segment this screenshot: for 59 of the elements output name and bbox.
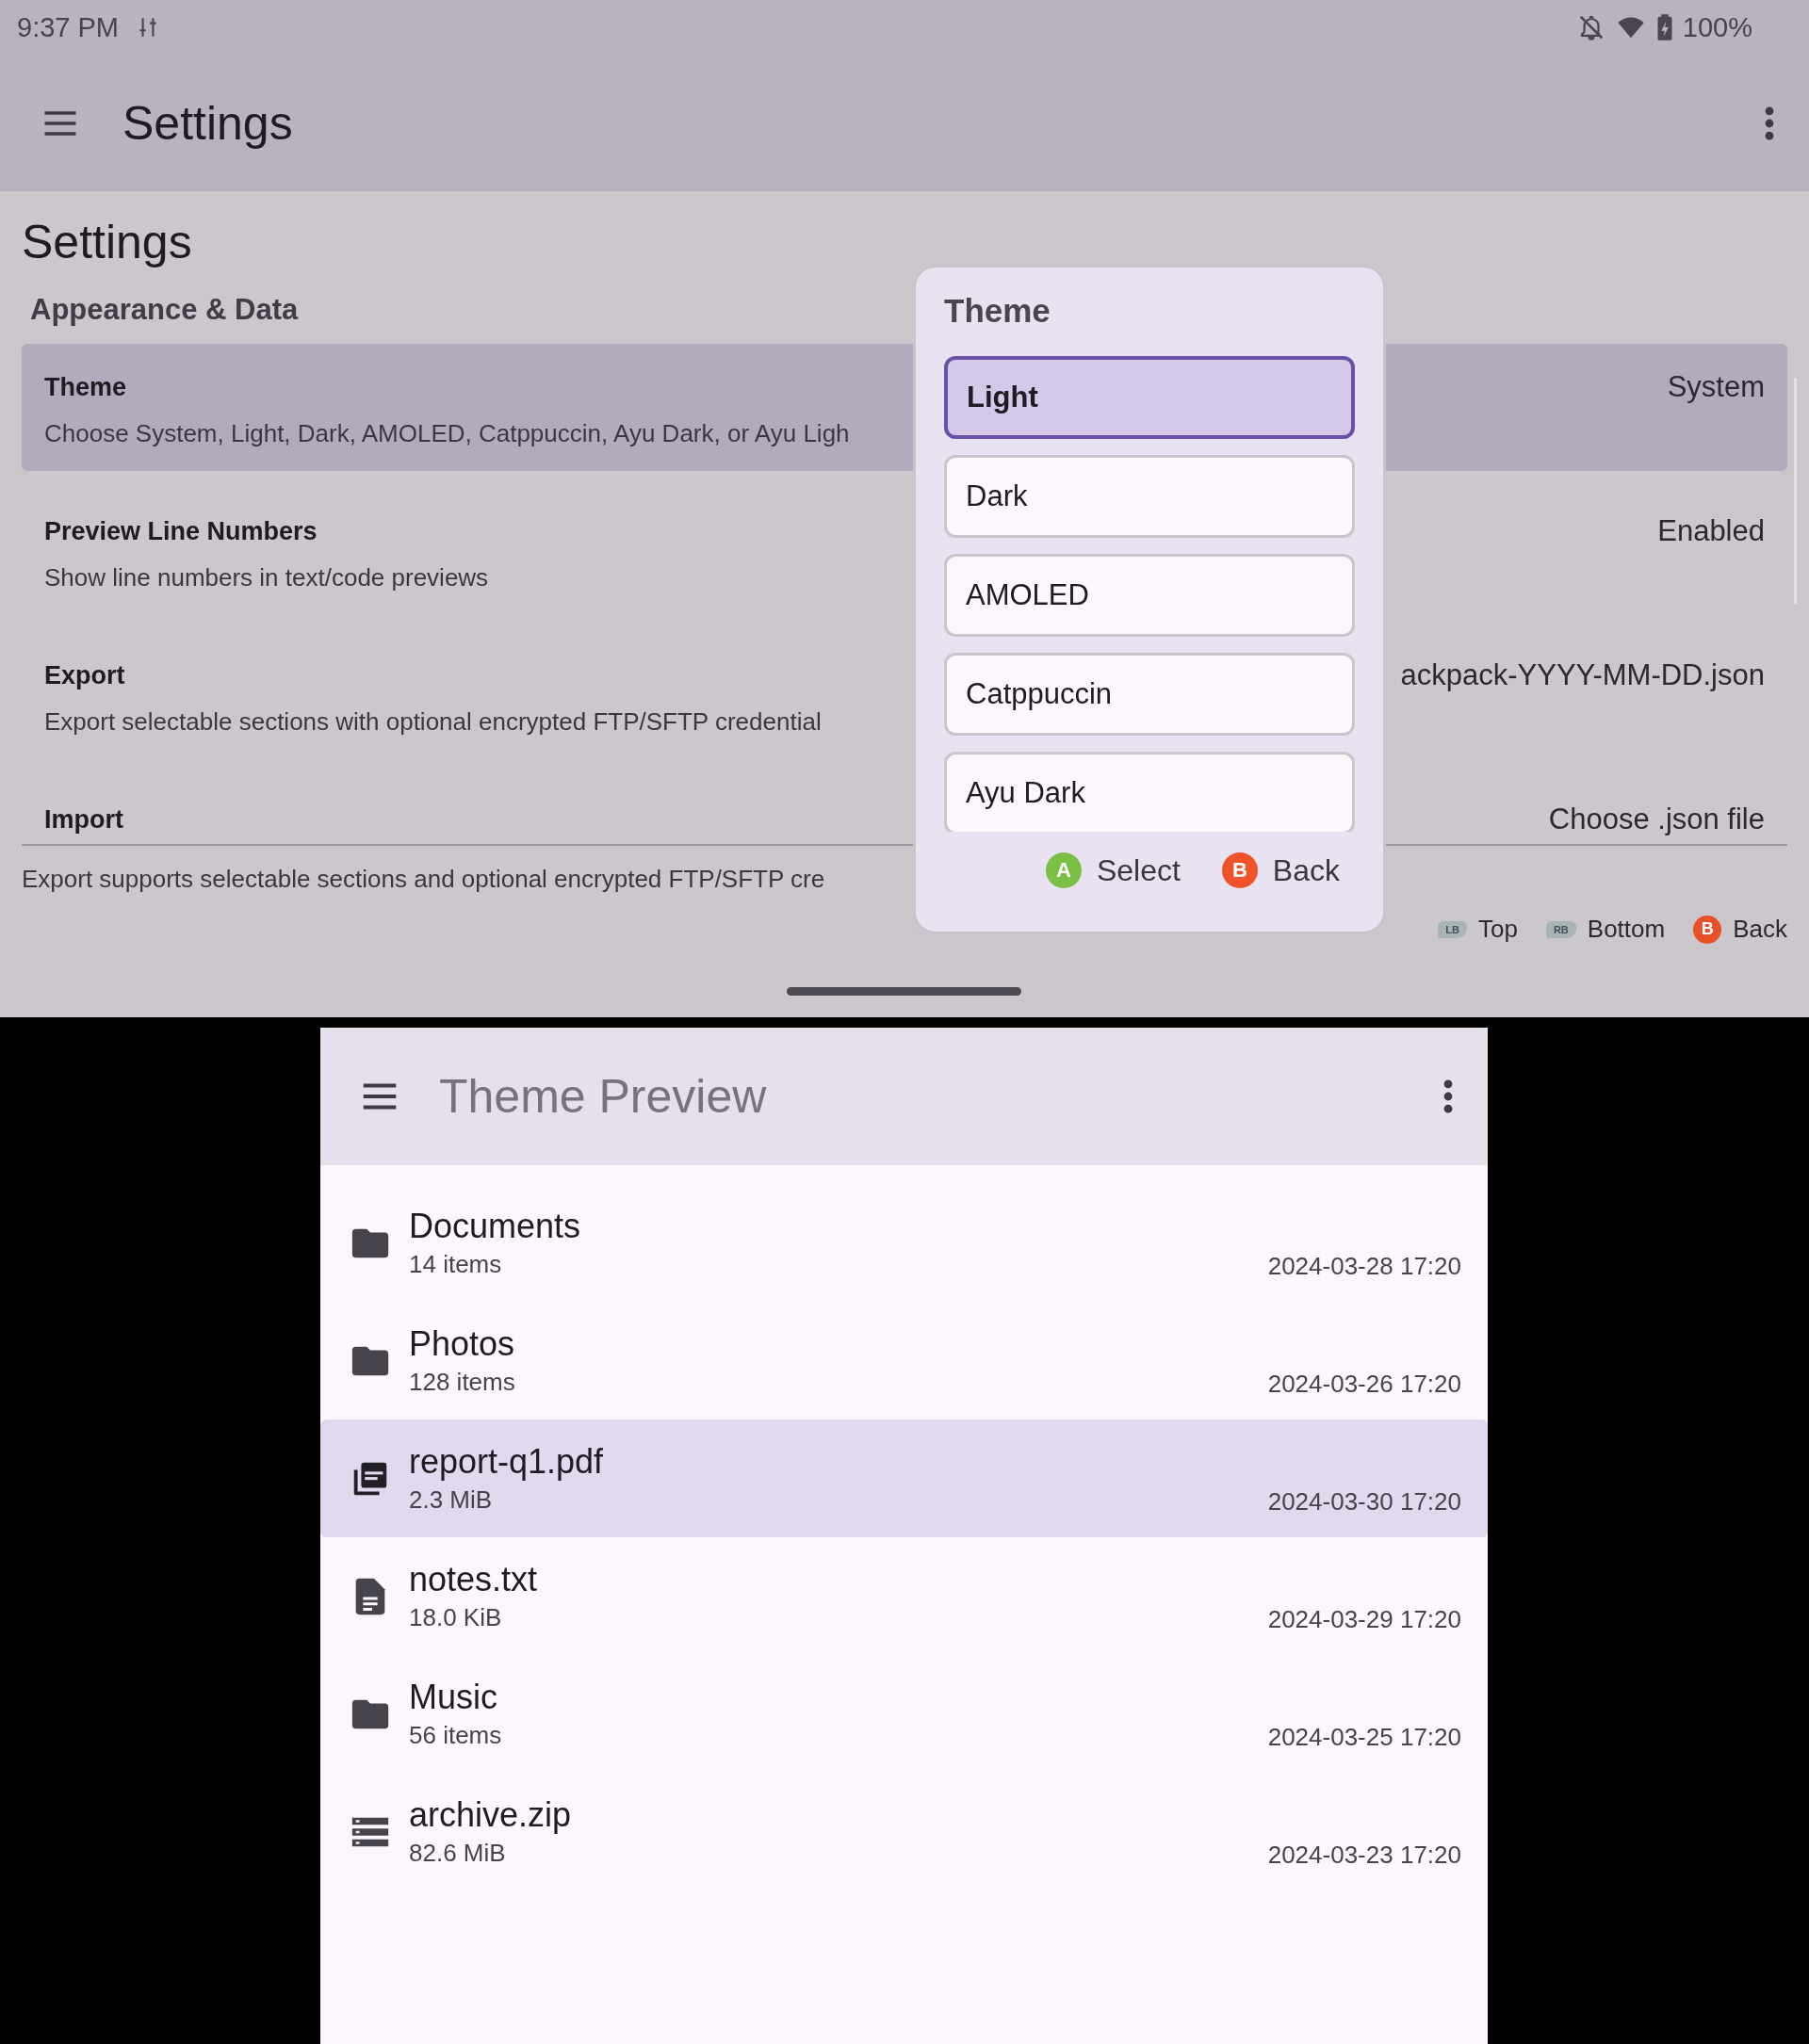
app-bar-title: Settings [122, 95, 293, 151]
theme-option[interactable]: Ayu Dark [944, 752, 1355, 832]
file-name: Documents [409, 1207, 582, 1246]
setting-value: Enabled [1657, 514, 1765, 548]
file-detail: 56 items [409, 1721, 503, 1750]
file-name: report-q1.pdf [409, 1442, 605, 1482]
file-row[interactable]: archive.zip 82.6 MiB 2024-03-23 17:20 [320, 1773, 1488, 1890]
theme-option[interactable]: Catppuccin [944, 653, 1355, 736]
hint-label: Bottom [1587, 915, 1666, 944]
file-name: Photos [409, 1324, 516, 1364]
file-name: archive.zip [409, 1795, 573, 1835]
file-detail: 18.0 KiB [409, 1603, 503, 1632]
preview-title: Theme Preview [439, 1069, 767, 1124]
file-date: 2024-03-23 17:20 [1267, 1841, 1461, 1870]
setting-description: Export selectable sections with optional encrypted FTP/SFTP credential [44, 707, 822, 737]
setting-title: Import [44, 804, 123, 835]
file-detail: 82.6 MiB [409, 1839, 507, 1868]
setting-value: Choose .json file [1548, 803, 1765, 836]
face-button-badge: B [1221, 852, 1258, 888]
setting-title: Preview Line Numbers [44, 516, 318, 546]
face-button-badge: A [1045, 852, 1082, 888]
section-header: Appearance & Data [30, 293, 299, 328]
file-date: 2024-03-30 17:20 [1267, 1487, 1461, 1517]
theme-option[interactable]: AMOLED [944, 554, 1355, 637]
file-detail: 14 items [409, 1250, 503, 1279]
footer-note: Export supports selectable sections and optional encrypted FTP/SFTP cre [22, 865, 825, 894]
file-row[interactable]: Photos 128 items 2024-03-26 17:20 [320, 1302, 1488, 1419]
file-date: 2024-03-28 17:20 [1267, 1252, 1461, 1281]
file-row[interactable]: Music 56 items 2024-03-25 17:20 [320, 1655, 1488, 1773]
file-date: 2024-03-26 17:20 [1267, 1370, 1461, 1399]
setting-title: Export [44, 660, 125, 690]
battery-icon [1655, 13, 1673, 41]
dialog-title: Theme [944, 291, 1051, 331]
setting-value: ackpack-YYYY-MM-DD.json [1400, 658, 1765, 692]
status-time: 9:37 PM [17, 11, 119, 43]
file-date: 2024-03-25 17:20 [1267, 1723, 1461, 1752]
action-label[interactable]: Back [1272, 852, 1340, 888]
file-name: Music [409, 1678, 498, 1717]
setting-description: Choose System, Light, Dark, AMOLED, Catppuccin, Ayu Dark, or Ayu Ligh [44, 419, 850, 448]
hint-label: Back [1733, 915, 1787, 944]
theme-option[interactable]: Dark [944, 455, 1355, 538]
file-row[interactable]: notes.txt 18.0 KiB 2024-03-29 17:20 [320, 1537, 1488, 1655]
setting-title: Theme [44, 372, 127, 402]
battery-level: 100% [1682, 11, 1752, 43]
file-row[interactable]: Documents 14 items 2024-03-28 17:20 [320, 1184, 1488, 1302]
bumper-badge: RB [1545, 920, 1576, 938]
theme-option[interactable]: Light [944, 356, 1355, 439]
file-row[interactable]: report-q1.pdf 2.3 MiB 2024-03-30 17:20 [320, 1419, 1488, 1537]
file-detail: 2.3 MiB [409, 1485, 494, 1515]
hint-label: Top [1478, 915, 1518, 944]
setting-value: System [1667, 370, 1765, 404]
file-name: notes.txt [409, 1560, 539, 1599]
file-detail: 128 items [409, 1368, 516, 1397]
action-label[interactable]: Select [1096, 852, 1181, 888]
face-button-badge: B [1693, 915, 1722, 944]
setting-description: Show line numbers in text/code previews [44, 563, 489, 592]
page-heading: Settings [22, 215, 193, 270]
file-date: 2024-03-29 17:20 [1267, 1605, 1461, 1634]
bumper-badge: LB [1438, 920, 1467, 938]
